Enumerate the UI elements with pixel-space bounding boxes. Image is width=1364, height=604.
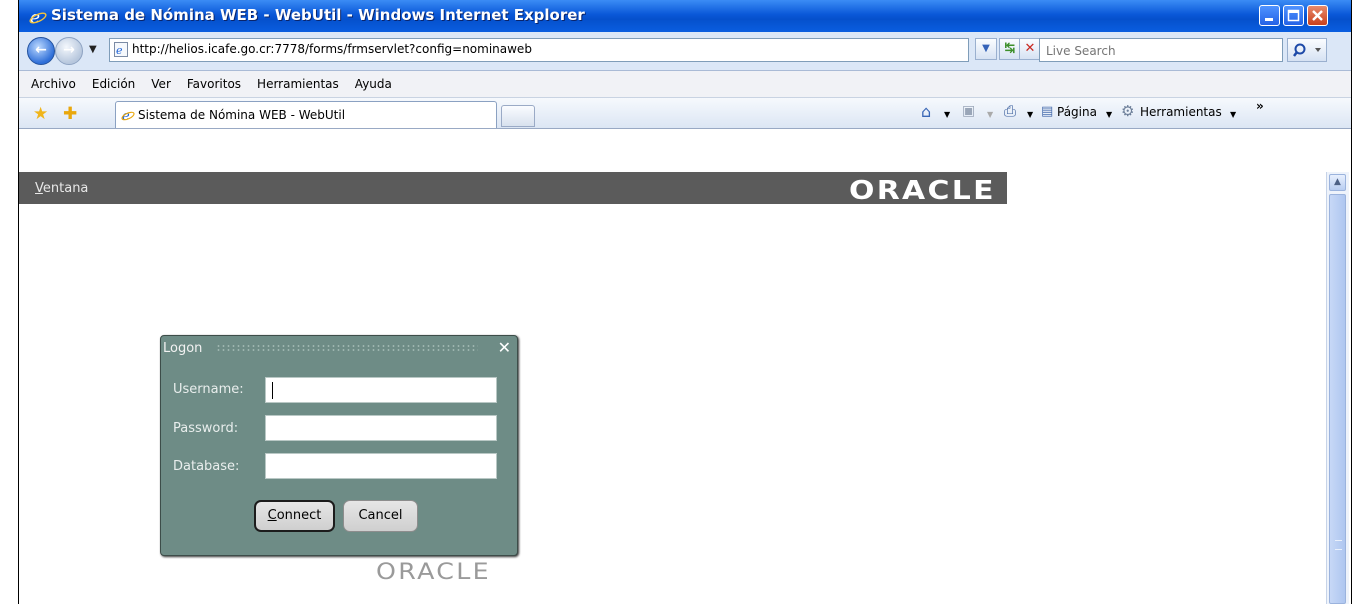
url-dropdown-button[interactable]: ▼ xyxy=(975,38,997,60)
browser-window: e Sistema de Nómina WEB - WebUtil - Wind… xyxy=(19,0,1351,604)
scroll-thumb[interactable] xyxy=(1329,194,1346,604)
new-tab-button[interactable] xyxy=(501,105,535,127)
search-input[interactable] xyxy=(1044,40,1278,62)
vertical-scrollbar[interactable]: ▲ xyxy=(1326,172,1349,604)
back-button[interactable]: ← xyxy=(27,37,55,65)
connect-button[interactable]: Connect xyxy=(254,500,335,532)
chevron-overflow-icon[interactable]: » xyxy=(1256,99,1264,113)
refresh-icon: ↹ xyxy=(1004,41,1016,56)
add-favorite-icon[interactable]: ✚ xyxy=(63,104,77,124)
ie-tab-icon: e xyxy=(121,109,135,122)
menu-ventana[interactable]: Ventana xyxy=(35,181,88,196)
forward-arrow-icon: → xyxy=(63,42,75,58)
menu-ventana-label: entana xyxy=(42,181,89,196)
password-input[interactable] xyxy=(270,417,494,441)
text-caret xyxy=(272,382,273,399)
page-menu-icon: ▤ xyxy=(1041,104,1054,119)
url-text: http://helios.icafe.go.cr:7778/forms/frm… xyxy=(132,42,532,56)
address-field[interactable]: e http://helios.icafe.go.cr:7778/forms/f… xyxy=(109,38,969,62)
feeds-dropdown-icon[interactable]: ▼ xyxy=(987,110,993,119)
menu-ventana-accelerator: V xyxy=(35,181,43,196)
menu-edicion[interactable]: Edición xyxy=(84,71,143,91)
menu-ayuda[interactable]: Ayuda xyxy=(347,71,400,91)
address-toolbar: ← → ▼ e http://helios.icafe.go.cr:7778/f… xyxy=(19,32,1351,71)
page-icon: e xyxy=(114,42,128,57)
history-dropdown-icon[interactable]: ▼ xyxy=(89,44,97,55)
database-field[interactable] xyxy=(265,453,497,479)
stop-button[interactable]: ✕ xyxy=(1019,38,1041,60)
tab-title: Sistema de Nómina WEB - WebUtil xyxy=(138,108,346,122)
title-grip-pattern xyxy=(216,344,478,352)
connect-accelerator: C xyxy=(267,508,277,523)
scroll-grip-icon xyxy=(1335,540,1342,550)
password-label: Password: xyxy=(173,421,239,436)
menu-archivo[interactable]: Archivo xyxy=(19,71,84,91)
home-icon[interactable]: ⌂ xyxy=(921,102,931,121)
search-icon xyxy=(1293,43,1321,57)
close-dialog-icon[interactable]: ✕ xyxy=(498,338,511,357)
minimize-button[interactable] xyxy=(1259,5,1280,26)
password-field[interactable] xyxy=(265,415,497,441)
oracle-logo: ORACLE xyxy=(849,176,996,206)
database-label: Database: xyxy=(173,459,240,474)
search-button[interactable] xyxy=(1287,38,1327,62)
home-dropdown-icon[interactable]: ▼ xyxy=(944,110,950,119)
print-icon[interactable]: ⎙ xyxy=(1004,102,1016,120)
forward-button[interactable]: → xyxy=(55,37,83,65)
ie-logo-icon: e xyxy=(29,8,47,26)
tools-dropdown-icon[interactable]: ▼ xyxy=(1230,110,1236,119)
window-title: Sistema de Nómina WEB - WebUtil - Window… xyxy=(51,6,585,24)
menu-herramientas[interactable]: Herramientas xyxy=(249,71,347,91)
screenshot-frame: e Sistema de Nómina WEB - WebUtil - Wind… xyxy=(18,0,1352,604)
menu-bar: Archivo Edición Ver Favoritos Herramientas Ay… xyxy=(19,71,1351,98)
logon-title: Logon xyxy=(163,341,203,356)
logon-title-bar[interactable]: Logon ✕ xyxy=(161,336,517,360)
close-icon xyxy=(1312,10,1323,21)
stop-icon: ✕ xyxy=(1024,41,1036,56)
close-window-button[interactable] xyxy=(1307,5,1328,26)
connect-label: onnect xyxy=(276,508,322,523)
maximize-button[interactable] xyxy=(1283,5,1304,26)
scroll-up-icon[interactable]: ▲ xyxy=(1329,174,1346,191)
search-box[interactable] xyxy=(1039,38,1283,62)
menu-favoritos[interactable]: Favoritos xyxy=(179,71,249,91)
favorites-center-icon[interactable]: ★ xyxy=(33,104,48,124)
maximize-icon xyxy=(1287,9,1300,22)
username-input[interactable] xyxy=(270,379,494,403)
svg-text:e: e xyxy=(116,44,123,57)
print-dropdown-icon[interactable]: ▼ xyxy=(1027,110,1033,119)
tab-bar: ★ ✚ e Sistema de Nómina WEB - WebUtil ⌂ … xyxy=(19,98,1351,129)
app-menu-bar: Ventana ORACLE xyxy=(19,172,1007,206)
minimize-icon xyxy=(1265,18,1273,21)
refresh-button[interactable]: ↹ xyxy=(999,38,1021,60)
menu-ver[interactable]: Ver xyxy=(143,71,179,91)
oracle-footer-logo: ORACLE xyxy=(376,560,491,585)
tab-active[interactable]: e Sistema de Nómina WEB - WebUtil xyxy=(115,101,497,128)
tools-menu[interactable]: Herramientas xyxy=(1140,105,1222,119)
page-dropdown-icon[interactable]: ▼ xyxy=(1106,110,1112,119)
logon-dialog: Logon ✕ Username: Password: Database: Co… xyxy=(160,335,518,556)
username-label: Username: xyxy=(173,382,244,397)
title-bar: e Sistema de Nómina WEB - WebUtil - Wind… xyxy=(19,0,1351,32)
page-content: Ventana ORACLE ▲ Logon ✕ Username: Passw… xyxy=(19,129,1351,604)
database-input[interactable] xyxy=(270,455,494,479)
cancel-button[interactable]: Cancel xyxy=(343,500,418,532)
back-arrow-icon: ← xyxy=(35,42,47,58)
username-field[interactable] xyxy=(265,377,497,403)
feeds-icon[interactable]: ▣ xyxy=(962,103,975,119)
tools-gear-icon: ⚙ xyxy=(1121,102,1135,120)
page-menu[interactable]: Página xyxy=(1057,105,1097,119)
